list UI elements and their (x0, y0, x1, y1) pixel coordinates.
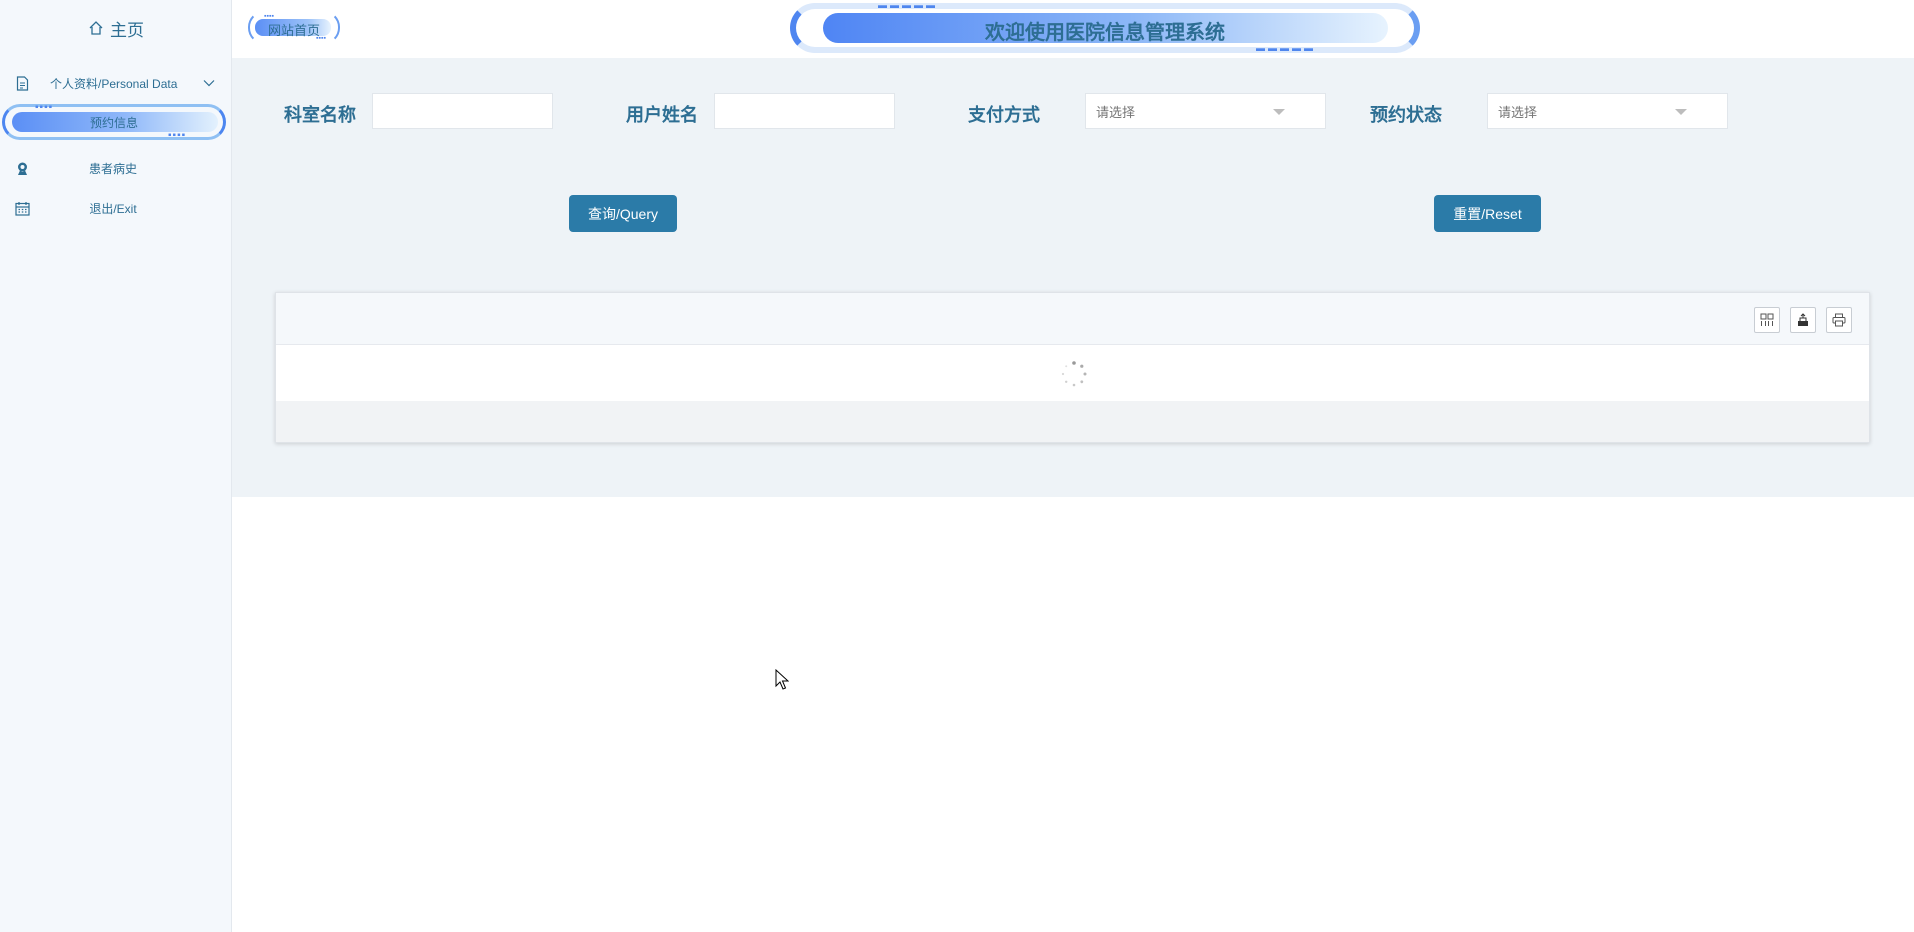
sidebar-item-personal-data[interactable]: 个人资料/Personal Data (0, 68, 232, 98)
appointment-status-label: 预约状态 (1370, 105, 1442, 125)
table-body (276, 345, 1869, 401)
export-button[interactable] (1790, 307, 1816, 333)
table-footer (276, 401, 1869, 442)
username-input[interactable] (714, 93, 895, 129)
print-button[interactable] (1826, 307, 1852, 333)
sidebar-item-patient-history[interactable]: 患者病史 (0, 153, 232, 183)
site-home-label: 网站首页 (267, 23, 320, 38)
decor-dots: ▪▪▪▪ (35, 102, 54, 113)
sidebar-item-label: 个人资料/Personal Data (50, 76, 178, 91)
system-title-banner: ▬▬▬▬▬ ▬▬▬▬▬ 欢迎使用医院信息管理系统 (790, 0, 1420, 53)
site-home-button[interactable]: ▪▪▪▪ ▪▪▪▪ 网站首页 (248, 11, 340, 44)
columns-icon (1760, 313, 1774, 326)
username-label: 用户姓名 (626, 105, 698, 125)
payment-method-placeholder: 请选择 (1096, 104, 1136, 120)
decor-dots: ▪▪▪▪ (168, 130, 187, 141)
chevron-down-icon[interactable] (203, 77, 215, 89)
print-icon (1832, 313, 1846, 327)
home-icon (89, 21, 103, 35)
sidebar-item-label: 预约信息 (89, 116, 138, 130)
reset-button[interactable]: 重置/Reset (1434, 195, 1541, 232)
department-label: 科室名称 (284, 105, 356, 125)
columns-button[interactable] (1754, 307, 1780, 333)
sidebar-home-link[interactable]: 主页 (0, 14, 232, 42)
sidebar-home-label: 主页 (110, 20, 144, 40)
sidebar-item-appointment-info[interactable]: ▪▪▪▪ ▪▪▪▪ 预约信息 (2, 102, 226, 141)
sidebar-item-label: 退出/Exit (89, 201, 137, 216)
document-icon (15, 75, 30, 91)
caret-down-icon (1675, 109, 1687, 115)
loading-spinner-icon (1061, 361, 1087, 387)
data-table (275, 292, 1870, 443)
query-button[interactable]: 查询/Query (569, 195, 677, 232)
decor-dots: ▪▪▪▪ (264, 13, 274, 20)
decor-dots: ▬▬▬▬▬ (878, 0, 938, 10)
mouse-cursor-icon (775, 669, 789, 690)
caret-down-icon (1273, 109, 1285, 115)
page-title: 欢迎使用医院信息管理系统 (985, 22, 1225, 44)
payment-method-select[interactable]: 请选择 (1085, 93, 1326, 129)
payment-method-label: 支付方式 (968, 105, 1040, 125)
appointment-status-placeholder: 请选择 (1498, 104, 1538, 120)
sidebar-item-exit[interactable]: 退出/Exit (0, 193, 232, 223)
export-icon (1798, 313, 1808, 326)
table-toolbar (276, 293, 1869, 345)
appointment-status-select[interactable]: 请选择 (1487, 93, 1728, 129)
sidebar-item-label: 患者病史 (88, 161, 137, 176)
department-input[interactable] (372, 93, 553, 129)
sidebar: 主页 个人资料/Personal Data ▪▪▪▪ ▪▪▪▪ 预约信息 患者病… (0, 0, 232, 932)
